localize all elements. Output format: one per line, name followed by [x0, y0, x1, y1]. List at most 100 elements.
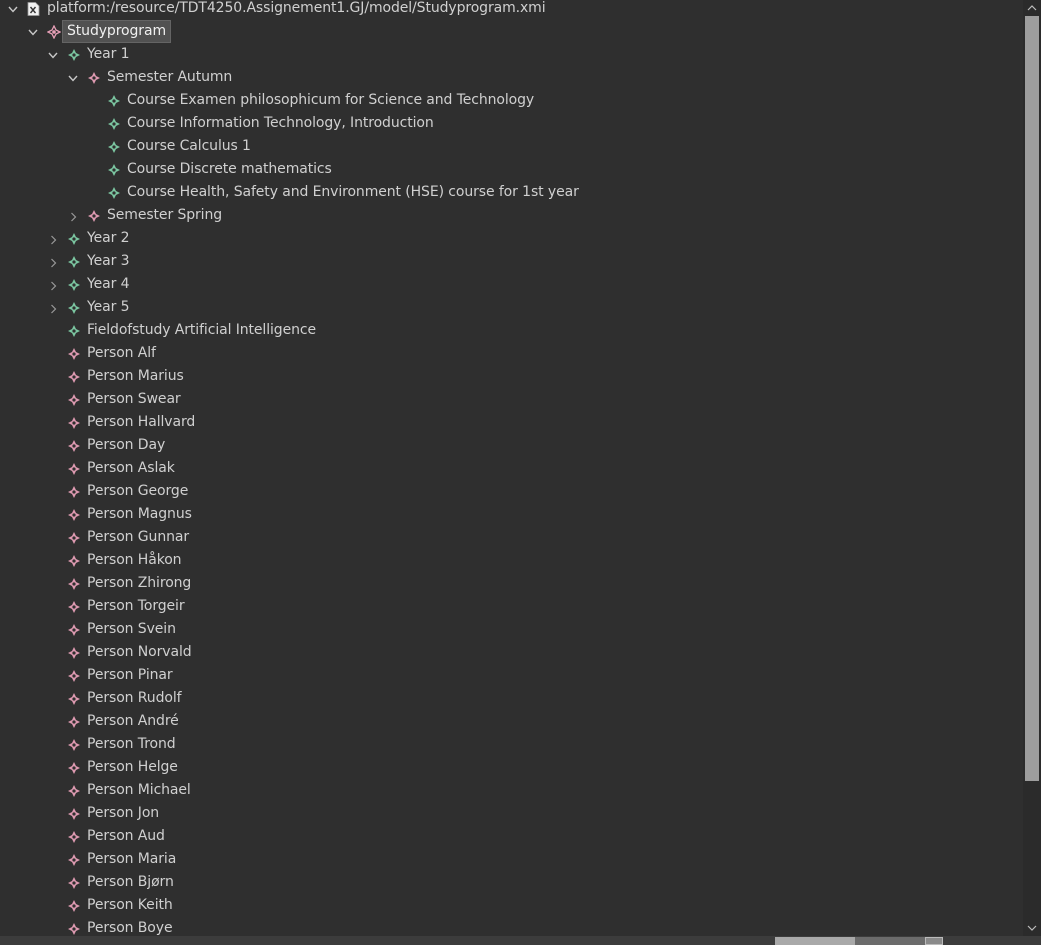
expand-chevron-icon[interactable] [46, 251, 60, 274]
tree-item-year-3[interactable]: Year 3 [0, 251, 1023, 274]
tree-item-person[interactable]: Person Michael [0, 780, 1023, 803]
tree-item-year-5[interactable]: Year 5 [0, 297, 1023, 320]
collapse-chevron-icon[interactable] [66, 67, 80, 90]
tree-item-year-4[interactable]: Year 4 [0, 274, 1023, 297]
tree-item-label: Semester Autumn [107, 69, 233, 85]
horizontal-scrollbar-knob[interactable] [925, 937, 943, 945]
tree-item-root-resource[interactable]: platform:/resource/TDT4250.Assignement1.… [0, 0, 1023, 21]
tree-item-studyprogram[interactable]: Studyprogram [0, 20, 1023, 44]
class-instance-icon [67, 761, 81, 775]
tree-item-label: Person Keith [87, 897, 173, 913]
tree-item-course[interactable]: Course Calculus 1 [0, 136, 1023, 159]
tree-item-person[interactable]: Person Alf [0, 343, 1023, 366]
collapse-chevron-icon[interactable] [26, 21, 40, 44]
class-instance-icon [67, 853, 81, 867]
tree-item-label: Course Health, Safety and Environment (H… [127, 184, 579, 200]
class-instance-icon [67, 738, 81, 752]
tree-item-label: Person Jon [87, 805, 160, 821]
tree-item-person[interactable]: Person Maria [0, 849, 1023, 872]
tree-item-label: Person Alf [87, 345, 156, 361]
tree-item-person[interactable]: Person Aud [0, 826, 1023, 849]
class-instance-icon [87, 71, 101, 85]
scroll-down-arrow-icon[interactable] [1023, 920, 1041, 936]
tree-item-label: Person Gunnar [87, 529, 189, 545]
tree-item-semester-autumn[interactable]: Semester Autumn [0, 67, 1023, 90]
tree-item-label: Year 1 [87, 46, 130, 62]
collapse-chevron-icon[interactable] [6, 0, 20, 21]
class-instance-icon [67, 370, 81, 384]
tree-item-label: Semester Spring [107, 207, 223, 223]
tree-item-course[interactable]: Course Examen philosophicum for Science … [0, 90, 1023, 113]
tree-item-semester-spring[interactable]: Semester Spring [0, 205, 1023, 228]
tree-item-person[interactable]: Person Rudolf [0, 688, 1023, 711]
tree-item-label: Person Håkon [87, 552, 182, 568]
tree-item-person[interactable]: Person Trond [0, 734, 1023, 757]
class-instance-icon [67, 324, 81, 338]
class-instance-icon [107, 140, 121, 154]
horizontal-scrollbar-thumb[interactable] [775, 937, 855, 945]
tree-item-person[interactable]: Person Magnus [0, 504, 1023, 527]
class-instance-icon [67, 807, 81, 821]
tree-item-person[interactable]: Person Svein [0, 619, 1023, 642]
class-instance-icon [67, 715, 81, 729]
tree-item-label: Person Torgeir [87, 598, 185, 614]
vertical-scrollbar-thumb[interactable] [1025, 16, 1039, 781]
class-instance-icon [67, 623, 81, 637]
tree-item-course[interactable]: Course Health, Safety and Environment (H… [0, 182, 1023, 205]
class-instance-icon [67, 416, 81, 430]
expand-chevron-icon[interactable] [66, 205, 80, 228]
tree-item-label: Course Examen philosophicum for Science … [127, 92, 535, 108]
expand-chevron-icon[interactable] [46, 297, 60, 320]
tree-item-label: Person Maria [87, 851, 177, 867]
tree-item-person[interactable]: Person Aslak [0, 458, 1023, 481]
class-instance-icon [67, 830, 81, 844]
class-instance-icon [67, 692, 81, 706]
model-tree: platform:/resource/TDT4250.Assignement1.… [0, 0, 1023, 936]
tree-item-label: Person Helge [87, 759, 178, 775]
vertical-scrollbar[interactable] [1023, 0, 1041, 936]
tree-item-person[interactable]: Person Hallvard [0, 412, 1023, 435]
tree-item-person[interactable]: Person Marius [0, 366, 1023, 389]
tree-item-label: Person Bjørn [87, 874, 174, 890]
class-instance-icon [67, 922, 81, 936]
tree-item-label: Person André [87, 713, 179, 729]
expand-chevron-icon[interactable] [46, 274, 60, 297]
class-instance-icon [67, 554, 81, 568]
tree-item-person[interactable]: Person Keith [0, 895, 1023, 918]
tree-item-year-1[interactable]: Year 1 [0, 44, 1023, 67]
tree-item-person[interactable]: Person Day [0, 435, 1023, 458]
class-instance-icon [107, 186, 121, 200]
class-instance-icon [107, 163, 121, 177]
tree-item-fieldofstudy[interactable]: Fieldofstudy Artificial Intelligence [0, 320, 1023, 343]
tree-item-person[interactable]: Person Zhirong [0, 573, 1023, 596]
tree-item-person[interactable]: Person Torgeir [0, 596, 1023, 619]
tree-item-person[interactable]: Person Helge [0, 757, 1023, 780]
tree-item-course[interactable]: Course Information Technology, Introduct… [0, 113, 1023, 136]
tree-item-person[interactable]: Person Jon [0, 803, 1023, 826]
tree-item-person[interactable]: Person Bjørn [0, 872, 1023, 895]
studyprogram-icon [46, 24, 62, 40]
tree-item-person[interactable]: Person Håkon [0, 550, 1023, 573]
tree-item-person[interactable]: Person Boye [0, 918, 1023, 936]
tree-item-person[interactable]: Person Swear [0, 389, 1023, 412]
class-instance-icon [107, 94, 121, 108]
tree-item-label: Person Aslak [87, 460, 175, 476]
tree-item-person[interactable]: Person Gunnar [0, 527, 1023, 550]
tree-item-person[interactable]: Person Norvald [0, 642, 1023, 665]
tree-item-label: Year 5 [87, 299, 130, 315]
tree-item-label: Fieldofstudy Artificial Intelligence [87, 322, 316, 338]
class-instance-icon [67, 600, 81, 614]
scroll-up-arrow-icon[interactable] [1023, 0, 1041, 16]
collapse-chevron-icon[interactable] [46, 44, 60, 67]
class-instance-icon [67, 784, 81, 798]
tree-item-label: Person Rudolf [87, 690, 182, 706]
class-instance-icon [67, 347, 81, 361]
expand-chevron-icon[interactable] [46, 228, 60, 251]
tree-item-person[interactable]: Person George [0, 481, 1023, 504]
tree-item-course[interactable]: Course Discrete mathematics [0, 159, 1023, 182]
tree-item-person[interactable]: Person André [0, 711, 1023, 734]
tree-item-person[interactable]: Person Pinar [0, 665, 1023, 688]
horizontal-scrollbar[interactable] [0, 936, 1041, 945]
tree-item-label: Studyprogram [62, 20, 171, 43]
tree-item-year-2[interactable]: Year 2 [0, 228, 1023, 251]
